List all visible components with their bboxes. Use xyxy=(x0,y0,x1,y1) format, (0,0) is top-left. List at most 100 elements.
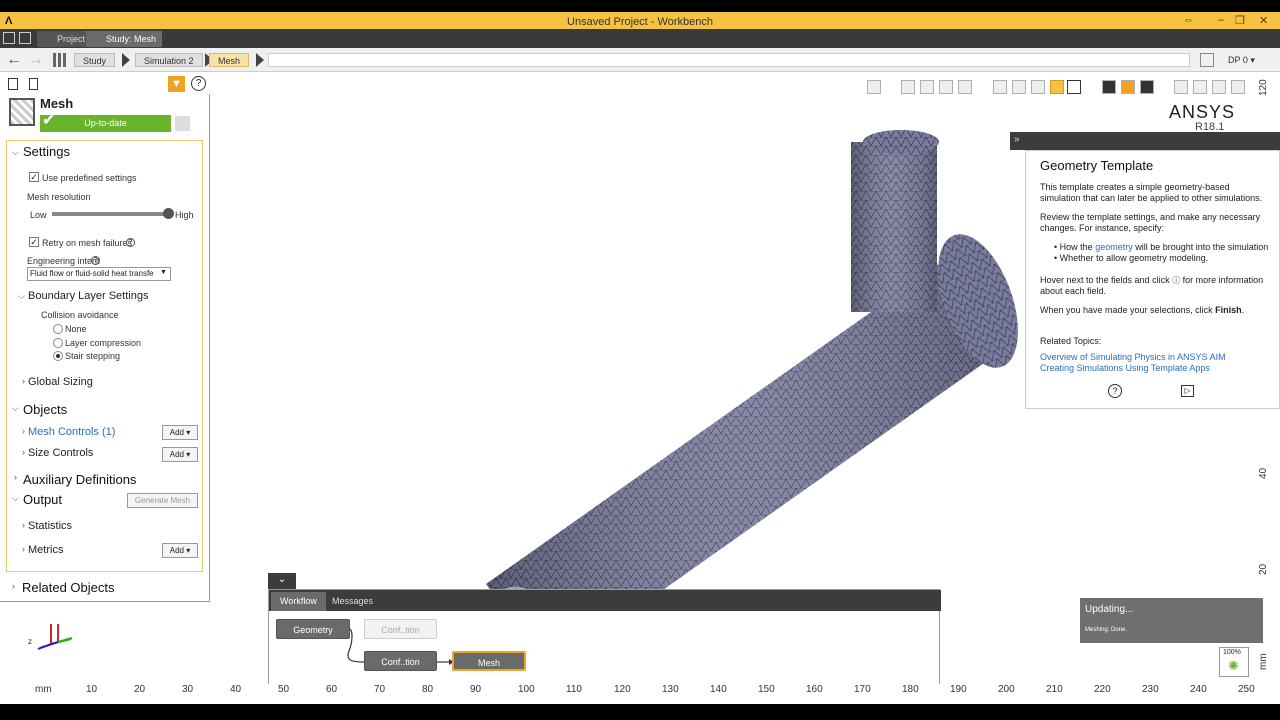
boundary-layer-header[interactable]: Boundary Layer Settings xyxy=(28,290,148,302)
mesh-controls-item[interactable]: Mesh Controls (1) xyxy=(28,426,115,438)
minimize-icon[interactable]: – xyxy=(1218,14,1224,26)
statistics-item[interactable]: Statistics xyxy=(28,520,72,532)
chevron-right-icon[interactable]: › xyxy=(22,520,25,530)
help-icon[interactable]: ? xyxy=(1108,384,1122,398)
overview-link[interactable]: Overview of Simulating Physics in ANSYS … xyxy=(1040,352,1226,363)
mesh-panel: ▼ ? « Mesh ✔ Up-to-date ⌵ Settings ✓ Use… xyxy=(0,74,221,602)
geometry-link[interactable]: geometry xyxy=(1095,242,1133,252)
help-icon[interactable]: ? xyxy=(191,76,206,91)
dp-selector[interactable]: DP 0 ▾ xyxy=(1220,53,1263,67)
breadcrumb-simulation[interactable]: Simulation 2 xyxy=(135,53,203,67)
geometry-template-panel: Geometry Template This template creates … xyxy=(1025,150,1280,409)
close-icon[interactable]: ✕ xyxy=(1259,14,1268,27)
parameters-icon[interactable] xyxy=(1200,53,1214,67)
creating-simulations-link[interactable]: Creating Simulations Using Template Apps xyxy=(1040,363,1210,374)
grid-icon[interactable] xyxy=(53,53,67,67)
chevron-right-icon[interactable]: › xyxy=(22,376,25,386)
resolution-slider[interactable] xyxy=(52,208,174,219)
chevron-right-icon[interactable]: › xyxy=(14,472,17,482)
maximize-icon[interactable]: ❐ xyxy=(1235,14,1245,27)
ruler-tick: 20 xyxy=(134,684,146,695)
retry-label: Retry on mesh failures xyxy=(42,238,133,248)
workflow-node-mesh[interactable]: Mesh xyxy=(452,651,526,671)
ruler-tick: 130 xyxy=(662,684,679,695)
menu-icon[interactable] xyxy=(3,32,15,44)
ruler-tick: 90 xyxy=(470,684,482,695)
back-arrow-icon[interactable]: ← xyxy=(6,51,22,69)
ruler-tick: 40 xyxy=(230,684,242,695)
chevron-down-icon[interactable]: ⌵ xyxy=(18,291,25,302)
radio-layer-compression[interactable] xyxy=(53,338,63,348)
chevron-right-icon[interactable]: › xyxy=(22,426,25,436)
tab-study-mesh[interactable]: Study: Mesh xyxy=(86,31,163,47)
delete-icon[interactable] xyxy=(29,78,38,90)
intent-label: Engineering intent xyxy=(27,256,100,266)
info-paragraph-2: Review the template settings, and make a… xyxy=(1040,212,1261,233)
settings-header[interactable]: Settings xyxy=(23,144,70,159)
add-size-control-button[interactable]: Add ▾ xyxy=(162,447,198,462)
panel-title: Mesh xyxy=(40,96,74,111)
info-icon[interactable]: ? xyxy=(126,238,135,247)
chevron-down-icon[interactable]: ⌵ xyxy=(12,403,19,414)
metrics-item[interactable]: Metrics xyxy=(28,544,63,556)
title-bar: Λ Unsaved Project - Workbench ⇔ – ❐ ✕ xyxy=(0,0,1280,29)
output-header[interactable]: Output xyxy=(23,492,62,507)
retry-checkbox[interactable]: ✓ xyxy=(29,237,39,247)
intent-select[interactable]: Fluid flow or fluid-solid heat transfe xyxy=(27,267,171,281)
workflow-tabs: Workflow Messages xyxy=(269,590,941,611)
size-controls-item[interactable]: Size Controls xyxy=(28,447,93,459)
tab-workflow[interactable]: Workflow xyxy=(271,592,326,611)
workflow-node-geometry[interactable]: Geometry xyxy=(276,619,350,639)
radio-stair-label: Stair stepping xyxy=(65,351,121,361)
ruler-tick: 230 xyxy=(1142,684,1159,695)
workflow-node-config[interactable]: Conf..tion xyxy=(364,651,437,671)
chevron-down-icon[interactable]: ⌵ xyxy=(12,493,19,504)
info-bullet-1: • How the geometry will be brought into … xyxy=(1054,242,1269,252)
breadcrumb-mesh[interactable]: Mesh xyxy=(209,53,250,67)
info-paragraph-1: This template creates a simple geometry-… xyxy=(1040,182,1263,203)
chevron-right-icon[interactable]: › xyxy=(22,447,25,457)
auxiliary-header[interactable]: Auxiliary Definitions xyxy=(23,472,136,487)
restore-arrows-icon[interactable]: ⇔ xyxy=(1183,14,1194,26)
workflow-node-config-disabled: Conf..tion xyxy=(364,619,437,639)
tab-messages[interactable]: Messages xyxy=(323,592,382,611)
tab-bar: Project Study: Mesh xyxy=(0,29,1280,48)
breadcrumb-study[interactable]: Study xyxy=(74,53,116,67)
vruler-tick: 120 xyxy=(1258,79,1269,96)
tab-project[interactable]: Project xyxy=(37,31,92,47)
svg-text:z: z xyxy=(28,637,32,646)
radio-none[interactable] xyxy=(53,324,63,334)
radio-stair-stepping[interactable] xyxy=(53,351,63,361)
global-sizing-header[interactable]: Global Sizing xyxy=(28,376,93,388)
add-metric-button[interactable]: Add ▾ xyxy=(162,543,198,558)
mesh-cube-icon xyxy=(9,98,35,126)
save-icon[interactable] xyxy=(19,32,31,44)
toast-detail: Meshing: Done. xyxy=(1085,627,1128,633)
slider-handle[interactable] xyxy=(163,208,174,219)
ruler-tick: 110 xyxy=(566,684,582,695)
objects-header[interactable]: Objects xyxy=(23,402,67,417)
ruler-tick: 70 xyxy=(374,684,386,695)
forward-arrow-icon[interactable]: → xyxy=(28,51,44,69)
collapse-workflow-icon[interactable]: ⌄ xyxy=(268,573,296,589)
copy-icon[interactable] xyxy=(8,78,18,90)
toast-title: Updating... xyxy=(1085,604,1134,615)
update-icon[interactable] xyxy=(175,116,190,131)
predefined-checkbox[interactable]: ✓ xyxy=(29,172,39,182)
generate-mesh-button[interactable]: Generate Mesh xyxy=(127,493,198,508)
ruler-tick: 190 xyxy=(950,684,967,695)
chevron-right-icon[interactable]: › xyxy=(22,544,25,554)
filter-icon[interactable]: ▼ xyxy=(168,76,185,92)
horizontal-ruler: mm 10 20 30 40 50 60 70 80 90 100 110 120 130 140 150 1… xyxy=(0,684,1280,704)
chevron-right-icon[interactable]: › xyxy=(12,581,15,591)
related-objects-header[interactable]: Related Objects xyxy=(22,580,115,595)
collapse-info-icon[interactable]: » xyxy=(1014,134,1020,145)
collision-label: Collision avoidance xyxy=(41,310,119,320)
vruler-tick: 20 xyxy=(1258,563,1269,575)
chevron-down-icon[interactable]: ⌵ xyxy=(12,147,19,158)
info-icon[interactable]: ? xyxy=(91,256,100,265)
info-bullet-2: • Whether to allow geometry modeling. xyxy=(1054,253,1209,263)
open-help-icon[interactable]: ▷ xyxy=(1181,385,1194,397)
add-mesh-control-button[interactable]: Add ▾ xyxy=(162,425,198,440)
breadcrumb-field xyxy=(268,53,1190,67)
